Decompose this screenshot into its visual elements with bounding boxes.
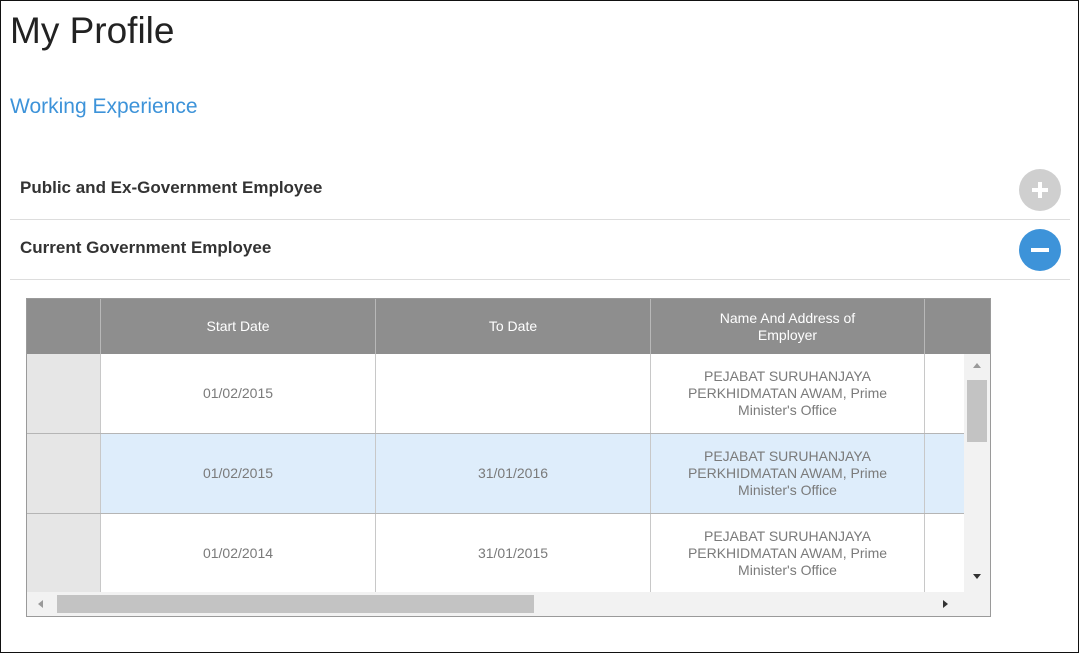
row-header[interactable] [27, 354, 101, 433]
column-header-employer[interactable]: Name And Address of Employer [651, 299, 925, 354]
employer-cell[interactable]: PEJABAT SURUHANJAYA PERKHIDMATAN AWAM, P… [651, 434, 925, 513]
employer-cell[interactable]: PEJABAT SURUHANJAYA PERKHIDMATAN AWAM, P… [651, 354, 925, 433]
grid-body: 01/02/2015 PEJABAT SURUHANJAYA PERKHIDMA… [27, 354, 964, 592]
start-date-cell[interactable]: 01/02/2014 [101, 514, 376, 592]
column-header-selector[interactable] [27, 299, 101, 354]
horizontal-scroll-thumb[interactable] [57, 595, 534, 613]
to-date-cell[interactable] [376, 354, 651, 433]
plus-icon [1032, 182, 1048, 198]
collapse-button[interactable] [1019, 229, 1061, 271]
to-date-cell[interactable]: 31/01/2016 [376, 434, 651, 513]
to-date-cell[interactable]: 31/01/2015 [376, 514, 651, 592]
table-row[interactable]: 01/02/2015 PEJABAT SURUHANJAYA PERKHIDMA… [27, 354, 964, 434]
scroll-down-icon[interactable] [973, 574, 981, 579]
employer-cell[interactable]: PEJABAT SURUHANJAYA PERKHIDMATAN AWAM, P… [651, 514, 925, 592]
column-header-extra[interactable] [925, 299, 964, 354]
column-header-start-date[interactable]: Start Date [101, 299, 376, 354]
vertical-scrollbar[interactable] [964, 354, 990, 592]
row-header[interactable] [27, 514, 101, 592]
horizontal-scrollbar[interactable] [27, 592, 990, 616]
accordion-current-government[interactable]: Current Government Employee [10, 220, 1070, 280]
extra-cell[interactable] [925, 434, 964, 513]
table-row[interactable]: 01/02/2015 31/01/2016 PEJABAT SURUHANJAY… [27, 434, 964, 514]
expand-button[interactable] [1019, 169, 1061, 211]
experience-grid: Start Date To Date Name And Address of E… [26, 298, 991, 617]
minus-icon [1031, 248, 1049, 252]
extra-cell[interactable] [925, 514, 964, 592]
column-header-to-date[interactable]: To Date [376, 299, 651, 354]
accordion-label: Current Government Employee [20, 238, 272, 257]
scroll-right-icon[interactable] [943, 600, 948, 608]
row-header[interactable] [27, 434, 101, 513]
accordion-public-ex-government[interactable]: Public and Ex-Government Employee [10, 160, 1070, 220]
scroll-up-icon[interactable] [973, 363, 981, 368]
page-title: My Profile [10, 10, 175, 51]
table-row[interactable]: 01/02/2014 31/01/2015 PEJABAT SURUHANJAY… [27, 514, 964, 592]
extra-cell[interactable] [925, 354, 964, 433]
grid-header: Start Date To Date Name And Address of E… [27, 299, 990, 354]
scroll-left-icon[interactable] [38, 600, 43, 608]
start-date-cell[interactable]: 01/02/2015 [101, 434, 376, 513]
vertical-scroll-thumb[interactable] [967, 380, 987, 442]
start-date-cell[interactable]: 01/02/2015 [101, 354, 376, 433]
section-title: Working Experience [10, 95, 198, 118]
accordion-label: Public and Ex-Government Employee [20, 178, 323, 197]
